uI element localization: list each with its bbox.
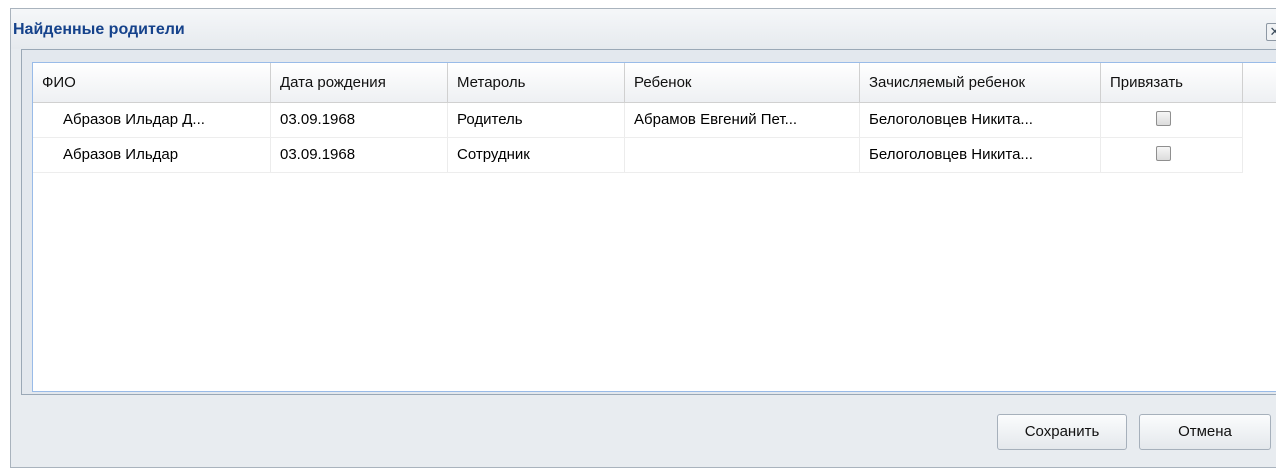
cell-enrolled-child: Белоголовцев Никита... [860,103,1101,137]
column-header-child[interactable]: Ребенок [625,63,860,102]
cell-metarole: Родитель [448,103,625,137]
table-row[interactable]: Абразов Ильдар 03.09.1968 Сотрудник Бело… [33,138,1276,172]
bind-checkbox[interactable] [1156,146,1171,161]
grid-header: ФИО Дата рождения Метароль Ребенок Зачис… [33,63,1276,103]
column-header-enrolled-child[interactable]: Зачисляемый ребенок [860,63,1101,102]
close-button[interactable]: ✕ [1266,23,1276,41]
cell-child [625,138,860,172]
cancel-button[interactable]: Отмена [1139,414,1271,450]
cell-fio: Абразов Ильдар Д... [33,103,271,137]
column-header-bind[interactable]: Привязать [1101,63,1243,102]
cell-bind [1101,138,1243,172]
dialog-window: Найденные родители ✕ ФИО Дата рождения М… [10,8,1276,468]
cell-birth-date: 03.09.1968 [271,138,448,172]
parents-grid: ФИО Дата рождения Метароль Ребенок Зачис… [32,62,1276,392]
content-frame: ФИО Дата рождения Метароль Ребенок Зачис… [21,49,1276,395]
table-row[interactable]: Абразов Ильдар Д... 03.09.1968 Родитель … [33,103,1276,137]
dialog-titlebar[interactable]: Найденные родители ✕ [11,9,1276,49]
cell-enrolled-child: Белоголовцев Никита... [860,138,1101,172]
column-header-fio[interactable]: ФИО [33,63,271,102]
cell-birth-date: 03.09.1968 [271,103,448,137]
cell-child: Абрамов Евгений Пет... [625,103,860,137]
column-header-metarole[interactable]: Метароль [448,63,625,102]
close-icon: ✕ [1269,24,1276,39]
column-header-birth-date[interactable]: Дата рождения [271,63,448,102]
cell-fio: Абразов Ильдар [33,138,271,172]
dialog-title: Найденные родители [13,21,185,38]
bind-checkbox[interactable] [1156,111,1171,126]
cell-bind [1101,103,1243,137]
save-button[interactable]: Сохранить [997,414,1127,450]
row-divider [33,172,1243,173]
cell-metarole: Сотрудник [448,138,625,172]
